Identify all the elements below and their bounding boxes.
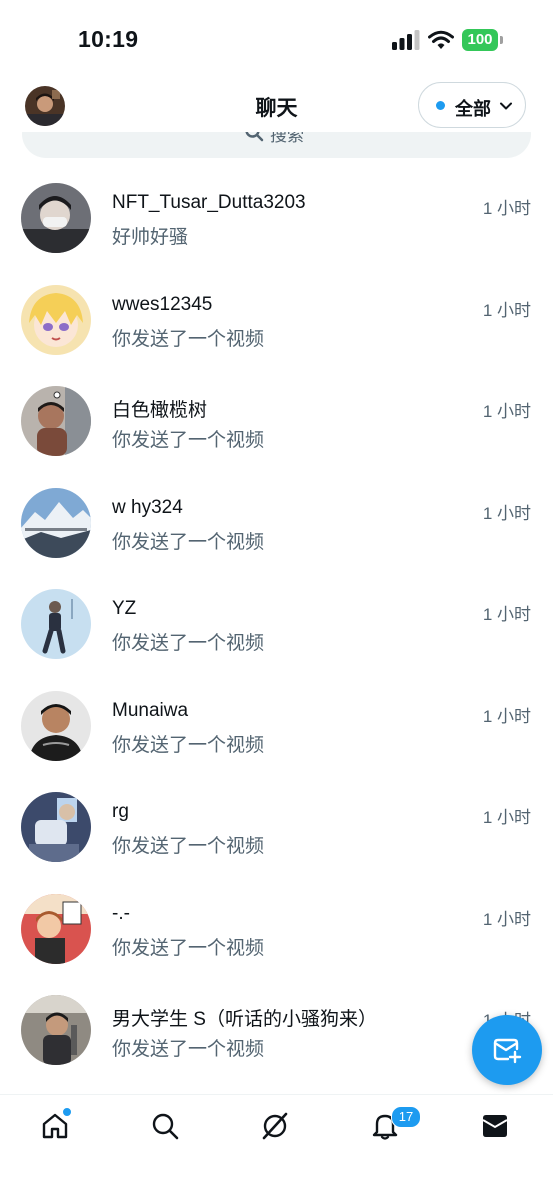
conversation-row[interactable]: YZ 1 小时 你发送了一个视频 xyxy=(0,574,553,676)
filter-dropdown[interactable]: 全部 xyxy=(418,82,526,128)
avatar[interactable] xyxy=(21,183,91,253)
conversation-row[interactable]: wwes12345 1 小时 你发送了一个视频 xyxy=(0,270,553,372)
battery-icon: 100 xyxy=(462,29,504,51)
avatar[interactable] xyxy=(21,284,91,355)
conversation-time: 1 小时 xyxy=(482,909,531,929)
conversation-name: rg xyxy=(112,801,129,822)
conversation-row[interactable]: w hy324 1 小时 你发送了一个视频 xyxy=(0,473,553,575)
conversation-row[interactable]: 白色橄榄树 1 小时 你发送了一个视频 xyxy=(0,371,553,473)
tab-messages[interactable] xyxy=(480,1111,514,1145)
conversation-time: 1 小时 xyxy=(482,402,531,421)
avatar[interactable] xyxy=(21,690,91,761)
chat-header: 聊天 全部 xyxy=(0,80,553,132)
avatar[interactable] xyxy=(21,792,91,862)
avatar[interactable] xyxy=(21,487,91,558)
conversation-preview: 你发送了一个视频 xyxy=(112,937,265,959)
new-message-button[interactable] xyxy=(472,1015,542,1085)
grok-icon xyxy=(262,1112,288,1140)
conversation-preview: 你发送了一个视频 xyxy=(112,734,265,756)
conversation-row[interactable]: rg 1 小时 你发送了一个视频 xyxy=(0,777,553,879)
conversation-row[interactable]: Munaiwa 1 小时 你发送了一个视频 xyxy=(0,676,553,778)
conversation-time: 1 小时 xyxy=(482,199,531,218)
conversation-preview: 你发送了一个视频 xyxy=(112,1039,265,1060)
battery-level: 100 xyxy=(467,31,493,48)
bottom-tab-bar xyxy=(0,1094,553,1201)
conversation-name: NFT_Tusar_Dutta3203 xyxy=(112,192,306,213)
search-icon xyxy=(245,132,264,142)
conversation-name: 白色橄榄树 xyxy=(112,400,208,421)
conversation-row[interactable]: NFT_Tusar_Dutta3203 1 小时 好帅好骚 xyxy=(0,168,553,270)
conversation-name: -.- xyxy=(112,902,130,924)
avatar[interactable] xyxy=(21,589,91,659)
status-bar: 10:19 100 xyxy=(0,0,553,80)
filter-label: 全部 xyxy=(455,99,491,119)
status-time: 10:19 xyxy=(78,26,139,52)
conversation-preview: 你发送了一个视频 xyxy=(112,836,265,857)
conversation-row[interactable]: -.- 1 小时 你发送了一个视频 xyxy=(0,879,553,981)
cellular-signal-icon xyxy=(392,30,420,50)
unread-dot xyxy=(62,1107,72,1117)
conversation-preview: 你发送了一个视频 xyxy=(112,328,265,350)
conversation-row[interactable]: 男大学生 S（听话的小骚狗来） 1 小时 你发送了一个视频 xyxy=(0,980,553,1082)
conversation-name: YZ xyxy=(112,598,137,619)
conversation-preview: 你发送了一个视频 xyxy=(112,531,265,553)
search-input[interactable]: 搜索 xyxy=(22,132,531,158)
conversation-preview: 你发送了一个视频 xyxy=(112,633,265,654)
tab-search[interactable] xyxy=(150,1111,184,1145)
tab-grok[interactable] xyxy=(260,1111,294,1145)
conversation-time: 1 小时 xyxy=(482,605,531,624)
conversation-time: 1 小时 xyxy=(482,706,531,726)
avatar[interactable] xyxy=(21,893,91,964)
filter-indicator-dot xyxy=(436,101,445,110)
notification-badge: 17 xyxy=(391,1106,421,1128)
conversation-time: 1 小时 xyxy=(482,808,531,827)
wifi-icon xyxy=(428,30,454,49)
new-message-icon xyxy=(493,1038,522,1064)
conversation-list: NFT_Tusar_Dutta3203 1 小时 好帅好骚 wwes12345 … xyxy=(0,168,553,1082)
conversation-name: w hy324 xyxy=(112,496,183,518)
avatar[interactable] xyxy=(21,386,91,456)
conversation-preview: 好帅好骚 xyxy=(112,227,189,248)
conversation-preview: 你发送了一个视频 xyxy=(112,430,265,451)
chevron-down-icon xyxy=(500,102,512,110)
search-placeholder: 搜索 xyxy=(270,132,304,145)
conversation-time: 1 小时 xyxy=(482,300,531,320)
conversation-name: Munaiwa xyxy=(112,699,189,721)
conversation-name: 男大学生 S（听话的小骚狗来） xyxy=(112,1009,377,1030)
avatar[interactable] xyxy=(21,995,91,1065)
conversation-name: wwes12345 xyxy=(112,293,213,315)
search-container: 搜索 xyxy=(22,132,531,158)
conversation-time: 1 小时 xyxy=(482,503,531,523)
search-icon xyxy=(152,1113,179,1140)
mail-icon xyxy=(482,1115,508,1137)
